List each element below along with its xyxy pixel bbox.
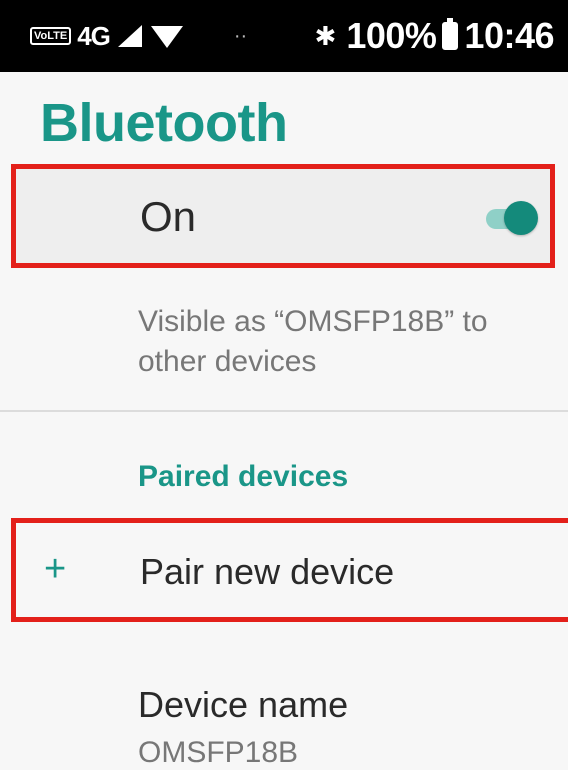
volte-icon: VoLTE [30,27,72,45]
pair-new-device-label: Pair new device [140,551,395,592]
bluetooth-toggle-row[interactable]: On [11,164,555,268]
battery-percent: 100% [346,15,437,56]
network-type-label: 4G [77,20,111,51]
notification-dots-icon: ·· [233,24,248,47]
clock: 10:46 [464,15,554,56]
wifi-icon [150,26,183,48]
status-bar-left: VoLTE 4G ·· [30,21,247,52]
status-bar: VoLTE 4G ·· ✱ 100% 10:46 [0,0,568,72]
battery-icon [442,18,459,50]
page-title: Bluetooth [40,93,288,153]
switch-thumb [504,201,538,235]
bluetooth-toggle-label: On [140,193,197,240]
status-bar-right: ✱ 100% 10:46 [314,15,555,57]
cellular-signal-icon [117,25,142,47]
visibility-description: Visible as “OMSFP18B” to other devices [138,305,488,378]
bluetooth-switch[interactable] [486,201,538,237]
device-name-value: OMSFP18B [138,736,299,769]
divider [0,410,568,412]
device-name-label[interactable]: Device name [138,684,348,726]
plus-icon: + [44,548,67,590]
paired-devices-header: Paired devices [138,460,349,493]
pair-new-device-row[interactable]: + Pair new device [11,518,568,622]
bluetooth-status-icon: ✱ [314,20,337,51]
